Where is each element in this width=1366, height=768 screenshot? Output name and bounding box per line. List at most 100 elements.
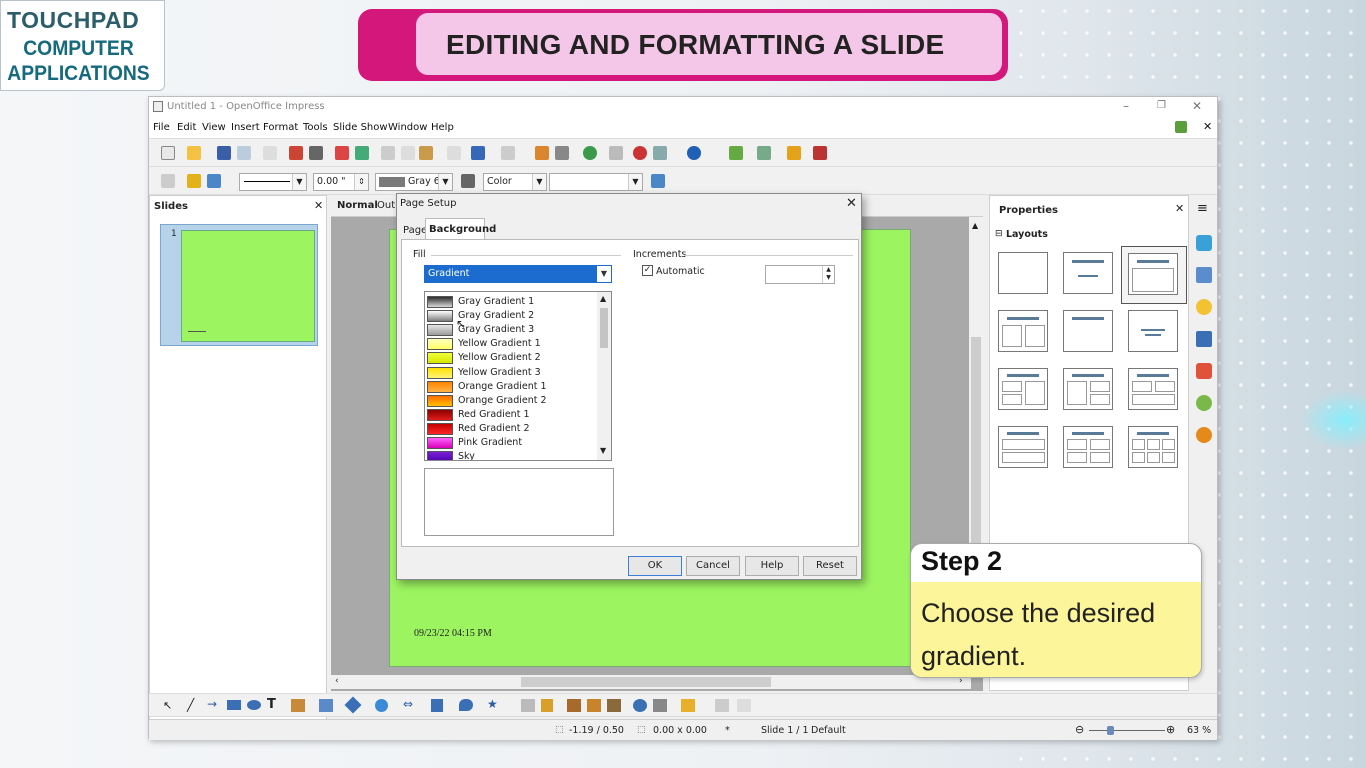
layout-title-4content[interactable] (1063, 426, 1113, 468)
layout-centered-text[interactable] (1128, 310, 1178, 352)
block-arrows-icon[interactable]: ⇔ (403, 697, 413, 711)
increments-spinbox[interactable]: ▲ ▼ (765, 265, 835, 284)
fontwork-icon[interactable] (567, 699, 581, 712)
zoom-in-icon[interactable]: ⊕ (1166, 723, 1175, 736)
undo-icon[interactable] (471, 146, 485, 160)
print-icon[interactable] (309, 146, 323, 160)
help-icon[interactable] (687, 146, 701, 160)
sidebar-menu-icon[interactable]: ≡ (1197, 201, 1208, 216)
zoom-slider[interactable] (1089, 726, 1165, 735)
collapse-icon[interactable]: ⊟ (995, 229, 1003, 239)
symbol-shapes-icon[interactable] (375, 699, 388, 712)
line-width-field[interactable]: 0.00 " ⇕ (313, 173, 369, 191)
close-slides-panel-icon[interactable]: ✕ (314, 199, 323, 212)
layout-title-content[interactable] (1063, 252, 1113, 294)
slide-layout-icon[interactable] (729, 146, 743, 160)
layout-title-content-over-content[interactable] (998, 426, 1048, 468)
zoom-out-icon[interactable]: ⊖ (1075, 723, 1084, 736)
gradient-list[interactable]: Gray Gradient 1 Gray Gradient 2 Gray Gradi… (424, 291, 612, 461)
export-pdf-icon[interactable] (289, 146, 303, 160)
menu-help[interactable]: Help (431, 122, 454, 133)
menu-slide-show[interactable]: Slide Show (333, 122, 388, 133)
arrow-style-icon[interactable] (207, 174, 221, 188)
slide-transition-icon[interactable] (1196, 331, 1212, 347)
menu-format[interactable]: Format (263, 122, 298, 133)
shadow-icon[interactable] (651, 174, 665, 188)
slide-thumbnail-item[interactable]: 1 (160, 224, 318, 346)
minimize-button[interactable]: – (1123, 99, 1129, 113)
gallery-icon[interactable] (1196, 363, 1212, 379)
close-window-button[interactable]: ✕ (1192, 99, 1202, 113)
help-button[interactable]: Help (745, 556, 799, 576)
line-style-select[interactable]: ▼ (239, 173, 307, 191)
gallery-tool-icon[interactable] (607, 699, 621, 712)
extrusion-icon[interactable] (715, 699, 729, 712)
gradient-list-item[interactable]: Sky (427, 450, 597, 460)
gradient-list-scrollbar[interactable]: ▲ ▼ (597, 292, 611, 460)
master-pages-icon[interactable] (1196, 267, 1212, 283)
line-arrow-icon[interactable]: → (207, 697, 217, 711)
line-tool-icon[interactable]: ╱ (187, 698, 194, 712)
line-color-select[interactable]: Gray 6 ▼ (375, 173, 453, 191)
close-document-icon[interactable]: ✕ (1203, 120, 1212, 133)
interaction-icon[interactable] (737, 699, 751, 712)
menu-insert[interactable]: Insert (231, 122, 260, 133)
new-document-icon[interactable] (161, 146, 175, 160)
redo-icon[interactable] (501, 146, 515, 160)
fill-value-select[interactable]: ▼ (549, 173, 643, 191)
menu-file[interactable]: File (153, 122, 170, 133)
layout-two-content[interactable] (998, 310, 1048, 352)
layout-title-object-selected[interactable] (1121, 246, 1187, 304)
update-icon[interactable] (1175, 121, 1187, 133)
rectangle-icon[interactable] (227, 700, 241, 710)
gradient-list-item[interactable]: Red Gradient 2 (427, 422, 597, 436)
autospell-icon[interactable] (355, 146, 369, 160)
zoom-icon[interactable] (653, 146, 667, 160)
hyperlink-icon[interactable] (583, 146, 597, 160)
navigator-icon[interactable] (633, 146, 647, 160)
close-properties-icon[interactable]: ✕ (1175, 202, 1184, 215)
connector-icon[interactable] (319, 699, 333, 712)
navigator-deck-icon[interactable] (1196, 427, 1212, 443)
restore-button[interactable]: ❐ (1157, 100, 1166, 111)
menu-edit[interactable]: Edit (177, 122, 196, 133)
horizontal-scrollbar[interactable]: ‹ › (331, 675, 971, 689)
gradient-list-item[interactable]: Red Gradient 1 (427, 408, 597, 422)
email-icon[interactable] (237, 146, 251, 160)
gradient-list-item[interactable]: Gray Gradient 2 (427, 309, 597, 323)
close-dialog-icon[interactable]: ✕ (846, 196, 857, 211)
styles-deck-icon[interactable] (1196, 395, 1212, 411)
fill-type-select[interactable]: Gradient ▼ (424, 265, 612, 283)
open-folder-icon[interactable] (187, 146, 201, 160)
select-arrow-icon[interactable]: ↖ (163, 699, 172, 712)
format-paintbrush-icon[interactable] (447, 146, 461, 160)
slide-show-icon[interactable] (787, 146, 801, 160)
save-icon[interactable] (217, 146, 231, 160)
copy-icon[interactable] (401, 146, 415, 160)
alignment-icon[interactable] (653, 699, 667, 712)
layout-title-6content[interactable] (1128, 426, 1178, 468)
tab-outline[interactable]: Outl (377, 200, 398, 211)
edit-file-icon[interactable] (263, 146, 277, 160)
gradient-list-item[interactable]: Gray Gradient 3 (427, 323, 597, 337)
properties-deck-icon[interactable] (1196, 235, 1212, 251)
ellipse-icon[interactable] (247, 700, 261, 710)
layout-blank[interactable] (998, 252, 1048, 294)
gradient-list-item[interactable]: Orange Gradient 1 (427, 380, 597, 394)
cut-icon[interactable] (381, 146, 395, 160)
presentation-icon[interactable] (813, 146, 827, 160)
table-icon[interactable] (555, 146, 569, 160)
area-fill-icon[interactable] (461, 174, 475, 188)
menu-window[interactable]: Window (388, 122, 427, 133)
curve-icon[interactable] (291, 699, 305, 712)
from-file-icon[interactable] (587, 699, 601, 712)
tab-page[interactable]: Page (401, 220, 427, 240)
points-icon[interactable] (521, 699, 535, 712)
menu-view[interactable]: View (202, 122, 226, 133)
glue-points-icon[interactable] (541, 699, 553, 712)
chart-icon[interactable] (535, 146, 549, 160)
gradient-list-item[interactable]: Gray Gradient 1 (427, 295, 597, 309)
gradient-list-item[interactable]: Yellow Gradient 1 (427, 337, 597, 351)
reset-button[interactable]: Reset (803, 556, 857, 576)
layout-title-content-and-2content[interactable] (1063, 368, 1113, 410)
